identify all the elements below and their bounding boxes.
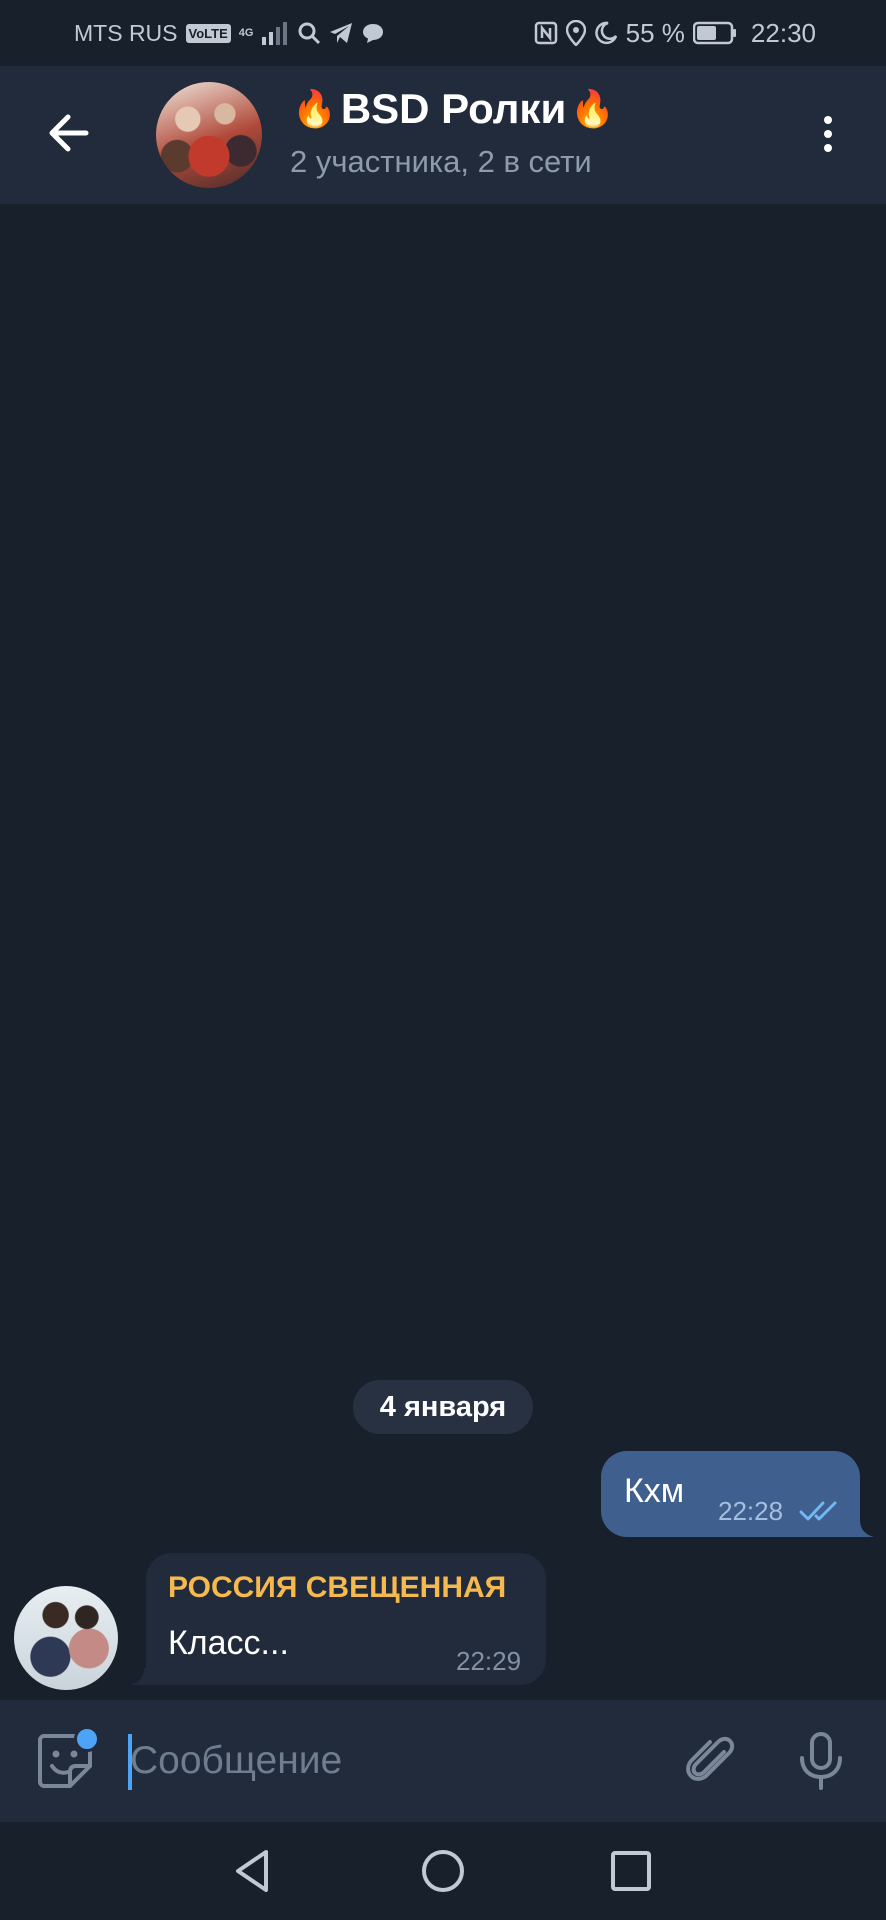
telegram-status-icon <box>329 22 353 44</box>
battery-icon <box>692 21 737 45</box>
nfc-icon <box>534 21 558 45</box>
status-bar-left: MTS RUS VoLTE 4G <box>74 20 385 47</box>
group-avatar[interactable] <box>156 82 262 188</box>
circle-home-icon <box>422 1850 464 1892</box>
clock: 22:30 <box>750 17 816 48</box>
back-button[interactable] <box>36 101 100 165</box>
incoming-message-time: 22:29 <box>456 1646 522 1676</box>
outgoing-message-text: Кхм <box>624 1472 685 1510</box>
signal-icon <box>261 21 289 45</box>
triangle-back-icon <box>236 1850 268 1892</box>
incoming-message-text: Класс... <box>168 1624 289 1662</box>
double-check-icon <box>799 1501 837 1521</box>
square-recents-icon <box>611 1851 651 1891</box>
microphone-icon <box>800 1732 842 1790</box>
chat-title[interactable]: 🔥 BSD Ролки 🔥 <box>292 84 615 134</box>
paperclip-icon <box>686 1736 735 1781</box>
chat-subtitle: 2 участника, 2 в сети <box>290 144 592 179</box>
carrier-name: MTS RUS <box>74 19 178 46</box>
status-bar: MTS RUS VoLTE 4G 55 % 22:30 <box>0 0 886 66</box>
status-bar-right: 55 % 22:30 <box>534 18 816 49</box>
sender-avatar[interactable] <box>14 1586 118 1690</box>
incoming-bubble-tail <box>130 1668 152 1685</box>
message-input[interactable] <box>130 1730 650 1792</box>
more-vertical-icon-dot <box>824 116 832 124</box>
date-separator: 4 января <box>353 1380 533 1434</box>
system-navigation-bar <box>0 1822 886 1920</box>
arrow-left-icon <box>49 114 89 152</box>
chat-title-text: BSD Ролки <box>340 85 567 132</box>
battery-percent: 55 % <box>625 17 685 48</box>
new-stickers-badge <box>74 1726 100 1752</box>
more-options-button[interactable] <box>804 102 852 166</box>
moon-icon <box>594 21 618 45</box>
nav-home-button[interactable] <box>418 1846 468 1896</box>
fire-emoji-left: 🔥 <box>292 88 337 129</box>
chat-header: 🔥 BSD Ролки 🔥 2 участника, 2 в сети <box>0 66 886 204</box>
message-composer <box>0 1700 886 1822</box>
fire-emoji-right: 🔥 <box>570 88 616 129</box>
location-icon <box>565 20 586 46</box>
nav-recents-button[interactable] <box>606 1846 656 1896</box>
attach-button[interactable] <box>680 1730 742 1792</box>
network-type: 4G <box>238 26 254 39</box>
sender-name[interactable]: РОССИЯ СВЕЩЕННАЯ <box>168 1571 506 1605</box>
outgoing-bubble-tail <box>852 1520 874 1537</box>
search-status-icon <box>297 21 321 45</box>
nav-back-button[interactable] <box>228 1846 278 1896</box>
more-vertical-icon-dot <box>824 130 832 138</box>
outgoing-message-time: 22:28 <box>718 1496 784 1526</box>
voice-message-button[interactable] <box>790 1730 852 1792</box>
chat-status-icon <box>361 22 385 44</box>
volte-badge: VoLTE <box>185 23 231 43</box>
more-vertical-icon-dot <box>824 144 832 152</box>
